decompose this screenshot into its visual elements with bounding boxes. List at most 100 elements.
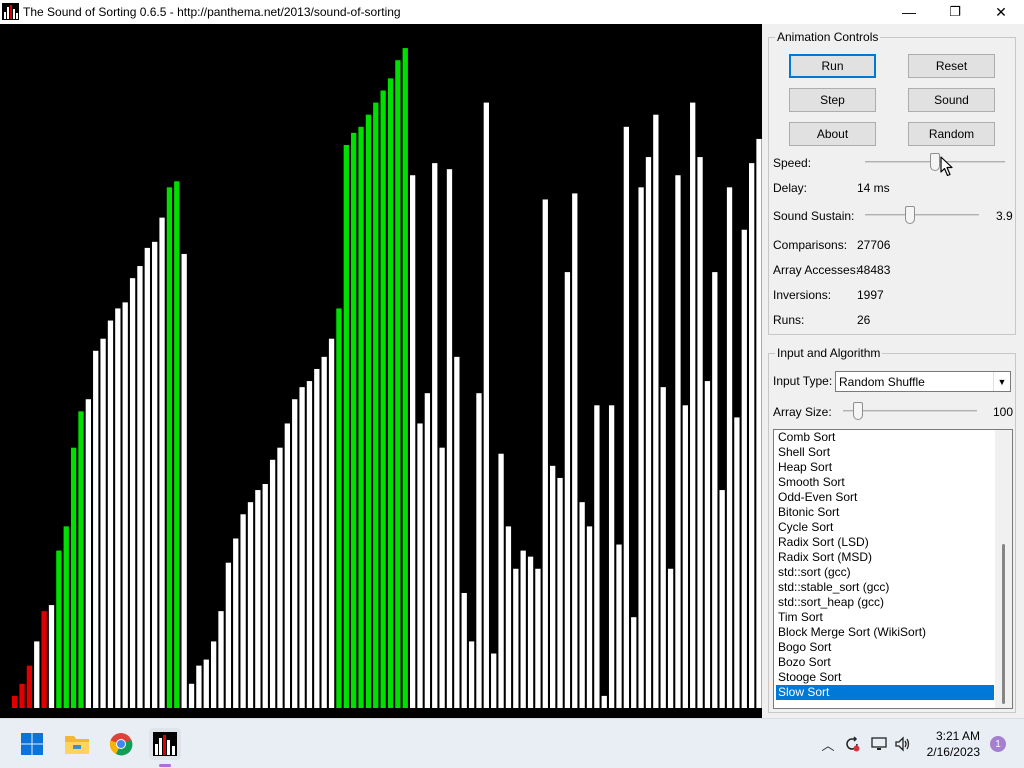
algorithm-item[interactable]: std::stable_sort (gcc) — [776, 580, 994, 595]
network-icon[interactable] — [870, 735, 888, 753]
algorithm-item[interactable]: Cycle Sort — [776, 520, 994, 535]
algorithm-item[interactable]: Odd-Even Sort — [776, 490, 994, 505]
about-button[interactable]: About — [789, 122, 876, 146]
array-bar — [579, 502, 585, 708]
array-bar — [557, 477, 563, 708]
array-bar — [107, 320, 114, 708]
mouse-cursor-icon — [940, 156, 953, 177]
input-type-label: Input Type: — [773, 374, 833, 388]
array-bar — [749, 163, 755, 708]
array-bar — [122, 302, 128, 708]
chrome-icon[interactable] — [105, 728, 137, 760]
array-bar — [424, 393, 431, 708]
array-bar — [48, 605, 55, 708]
tray-chevron-up-icon[interactable]: ︿ — [819, 735, 837, 753]
algorithm-item[interactable]: Bozo Sort — [776, 655, 994, 670]
system-clock[interactable]: 3:21 AM 2/16/2023 — [927, 728, 980, 760]
array-bar — [535, 568, 541, 708]
close-button[interactable]: ✕ — [978, 0, 1024, 24]
sync-icon[interactable] — [843, 735, 861, 753]
algorithm-list[interactable]: Comb Sort Shell Sort Heap Sort Smooth Sort O… — [773, 429, 1013, 709]
array-bar — [704, 381, 711, 708]
array-bar — [734, 417, 740, 708]
array-bar — [616, 544, 622, 708]
array-bar — [491, 653, 497, 708]
algorithm-item[interactable]: Bitonic Sort — [776, 505, 994, 520]
sound-of-sorting-icon[interactable] — [149, 728, 181, 767]
algorithm-list-scrollbar[interactable] — [995, 430, 1012, 708]
algorithm-item[interactable]: Bogo Sort — [776, 640, 994, 655]
speed-slider[interactable] — [865, 152, 1005, 172]
array-bar — [144, 247, 150, 708]
control-panel: Animation Controls Run Reset Step Sound … — [762, 24, 1024, 718]
algorithm-item[interactable]: std::sort (gcc) — [776, 565, 994, 580]
array-bar — [675, 175, 681, 709]
array-bar — [756, 138, 762, 709]
algorithm-item[interactable]: Block Merge Sort (WikiSort) — [776, 625, 994, 640]
array-bar — [129, 278, 136, 708]
algorithm-item[interactable]: std::sort_heap (gcc) — [776, 595, 994, 610]
reset-button[interactable]: Reset — [908, 54, 995, 78]
active-app-indicator — [159, 764, 171, 767]
chevron-down-icon[interactable]: ▼ — [993, 372, 1010, 391]
array-bar — [513, 568, 519, 708]
array-bar — [682, 405, 688, 708]
algorithm-item[interactable]: Heap Sort — [776, 460, 994, 475]
algorithm-item[interactable]: Radix Sort (MSD) — [776, 550, 994, 565]
array-bar — [100, 338, 106, 708]
title-bar: The Sound of Sorting 0.6.5 - http://pant… — [0, 0, 1024, 24]
array-size-label: Array Size: — [773, 405, 832, 419]
sustain-slider-thumb[interactable] — [905, 206, 915, 224]
stat-label: Inversions: — [773, 288, 832, 302]
array-bar — [78, 411, 84, 708]
speed-slider-thumb[interactable] — [930, 153, 940, 171]
sound-sustain-slider[interactable] — [865, 205, 979, 225]
array-bar — [712, 272, 718, 708]
array-size-slider[interactable] — [843, 401, 977, 421]
array-bar — [468, 641, 475, 708]
array-bar — [306, 381, 313, 708]
file-explorer-icon[interactable] — [61, 728, 93, 760]
algorithm-item[interactable]: Smooth Sort — [776, 475, 994, 490]
algorithm-item[interactable]: Tim Sort — [776, 610, 994, 625]
random-button[interactable]: Random — [908, 122, 995, 146]
array-bar — [409, 175, 416, 709]
array-bar — [520, 550, 526, 708]
algorithm-item[interactable]: Comb Sort — [776, 430, 994, 445]
array-bar — [41, 611, 47, 708]
array-bar — [690, 102, 696, 709]
input-type-select[interactable]: Random Shuffle ▼ — [835, 371, 1011, 392]
size-slider-track — [843, 410, 977, 412]
windows-start-icon[interactable] — [16, 728, 48, 760]
array-bar — [203, 659, 209, 708]
array-bar — [137, 266, 143, 708]
scrollbar-thumb[interactable] — [1002, 544, 1005, 704]
sound-button[interactable]: Sound — [908, 88, 995, 112]
array-bar — [159, 217, 165, 708]
algorithm-item[interactable]: Shell Sort — [776, 445, 994, 460]
animation-controls-title: Animation Controls — [775, 30, 881, 44]
array-bar — [351, 132, 357, 709]
array-bar — [564, 272, 571, 708]
notification-badge[interactable]: 1 — [990, 736, 1006, 752]
restore-button[interactable]: ❐ — [932, 0, 978, 24]
array-bar — [299, 387, 305, 708]
array-bar — [240, 514, 246, 708]
size-slider-thumb[interactable] — [853, 402, 863, 420]
algorithm-item[interactable]: Slow Sort — [776, 685, 994, 700]
array-bar — [321, 356, 327, 708]
array-bar — [70, 447, 77, 708]
array-bar — [439, 447, 445, 708]
array-size-value: 100 — [993, 405, 1014, 419]
array-bar — [166, 187, 173, 709]
volume-icon[interactable] — [894, 735, 912, 753]
speed-label: Speed: — [773, 156, 812, 170]
algorithm-item[interactable]: Radix Sort (LSD) — [776, 535, 994, 550]
run-button[interactable]: Run — [789, 54, 876, 78]
algorithm-item[interactable]: Stooge Sort — [776, 670, 994, 685]
minimize-button[interactable]: — — [886, 0, 932, 24]
array-bar — [93, 350, 99, 708]
array-bar — [269, 459, 276, 708]
step-button[interactable]: Step — [789, 88, 876, 112]
sound-sustain-value: 3.9 — [996, 209, 1013, 223]
